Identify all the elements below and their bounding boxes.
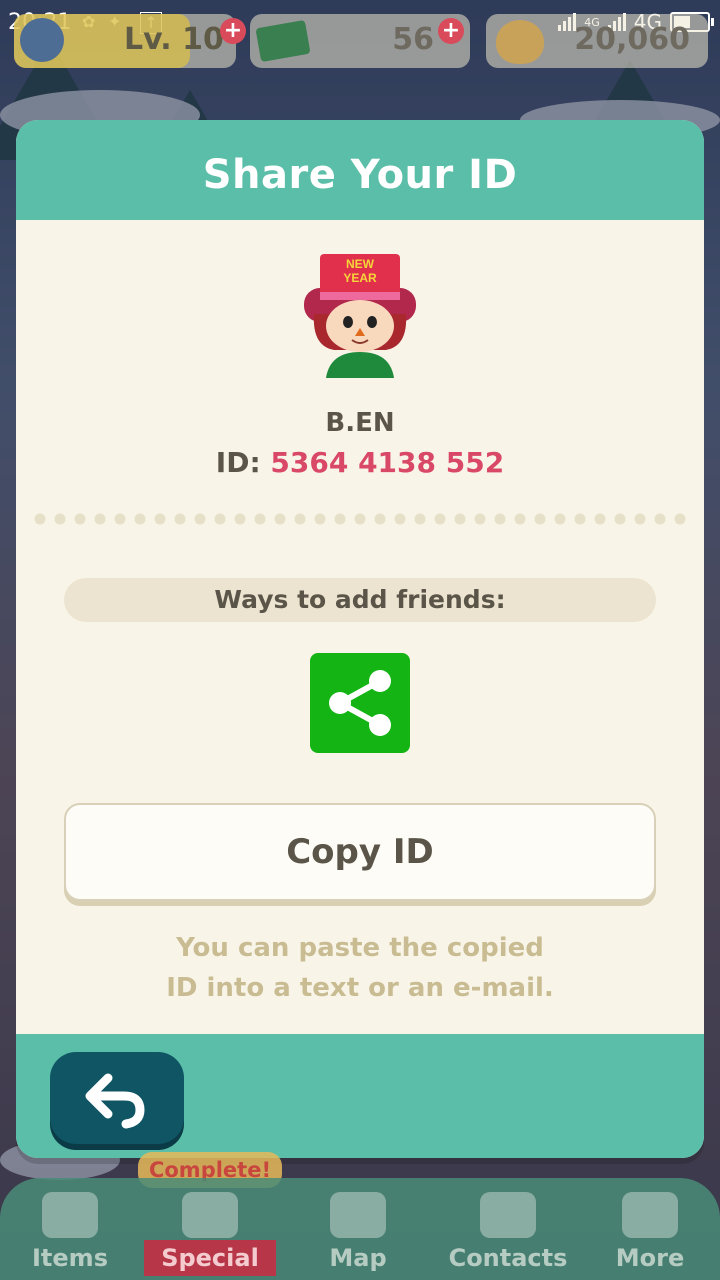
bells-counter: 20,060 [486, 14, 708, 68]
dotted-divider [30, 512, 690, 526]
nav-map-label: Map [329, 1244, 387, 1272]
level-indicator: Lv. 10 + [14, 14, 246, 68]
copy-id-button[interactable]: Copy ID [64, 803, 656, 901]
dialog-header: Share Your ID [16, 120, 704, 220]
ticket-counter: 56 + [250, 14, 470, 68]
add-tickets-icon: + [438, 18, 464, 44]
hat-text-year: YEAR [343, 271, 377, 285]
nav-more-label: More [615, 1244, 685, 1272]
bells-count: 20,060 [574, 22, 690, 57]
share-id-dialog: Share Your ID NEW YEAR B.EN ID: 5364 413… [16, 120, 704, 1158]
hint-line-2: ID into a text or an e-mail. [166, 973, 554, 1003]
nav-items[interactable]: Items [10, 1192, 130, 1272]
ways-to-add-label: Ways to add friends: [64, 578, 656, 622]
id-value: 5364 4138 552 [270, 446, 505, 479]
map-icon [330, 1192, 386, 1238]
copy-hint: You can paste the copied ID into a text … [16, 928, 704, 1008]
nav-items-label: Items [32, 1244, 108, 1272]
nav-contacts[interactable]: Contacts [448, 1192, 568, 1272]
tools-icon [182, 1192, 238, 1238]
back-button[interactable] [50, 1052, 184, 1144]
ticket-count: 56 [392, 22, 434, 57]
nav-special[interactable] [150, 1192, 270, 1238]
nav-special-label: Special [144, 1240, 276, 1276]
bottom-navigation: Items Map Contacts More [0, 1178, 720, 1280]
player-face-icon [20, 18, 64, 62]
nav-map[interactable]: Map [298, 1192, 418, 1272]
player-name: B.EN [325, 408, 395, 438]
hint-line-1: You can paste the copied [176, 933, 544, 963]
back-arrow-icon [85, 1073, 145, 1129]
hat-text-new: NEW [346, 257, 375, 271]
share-button[interactable] [310, 653, 410, 753]
player-id: ID: 5364 4138 552 [16, 446, 704, 479]
nav-more[interactable]: More [590, 1192, 710, 1272]
share-icon [329, 670, 391, 736]
leaf-ticket-icon [255, 19, 311, 63]
nav-contacts-label: Contacts [448, 1244, 568, 1272]
dialog-title: Share Your ID [202, 152, 518, 198]
player-avatar: NEW YEAR [300, 252, 420, 378]
cat-face-icon [480, 1192, 536, 1238]
level-label: Lv. 10 [124, 22, 224, 57]
grid-icon [622, 1192, 678, 1238]
id-label: ID: [215, 446, 261, 479]
bag-icon [42, 1192, 98, 1238]
bell-bag-icon [496, 20, 544, 64]
magnify-icon: + [220, 18, 246, 44]
